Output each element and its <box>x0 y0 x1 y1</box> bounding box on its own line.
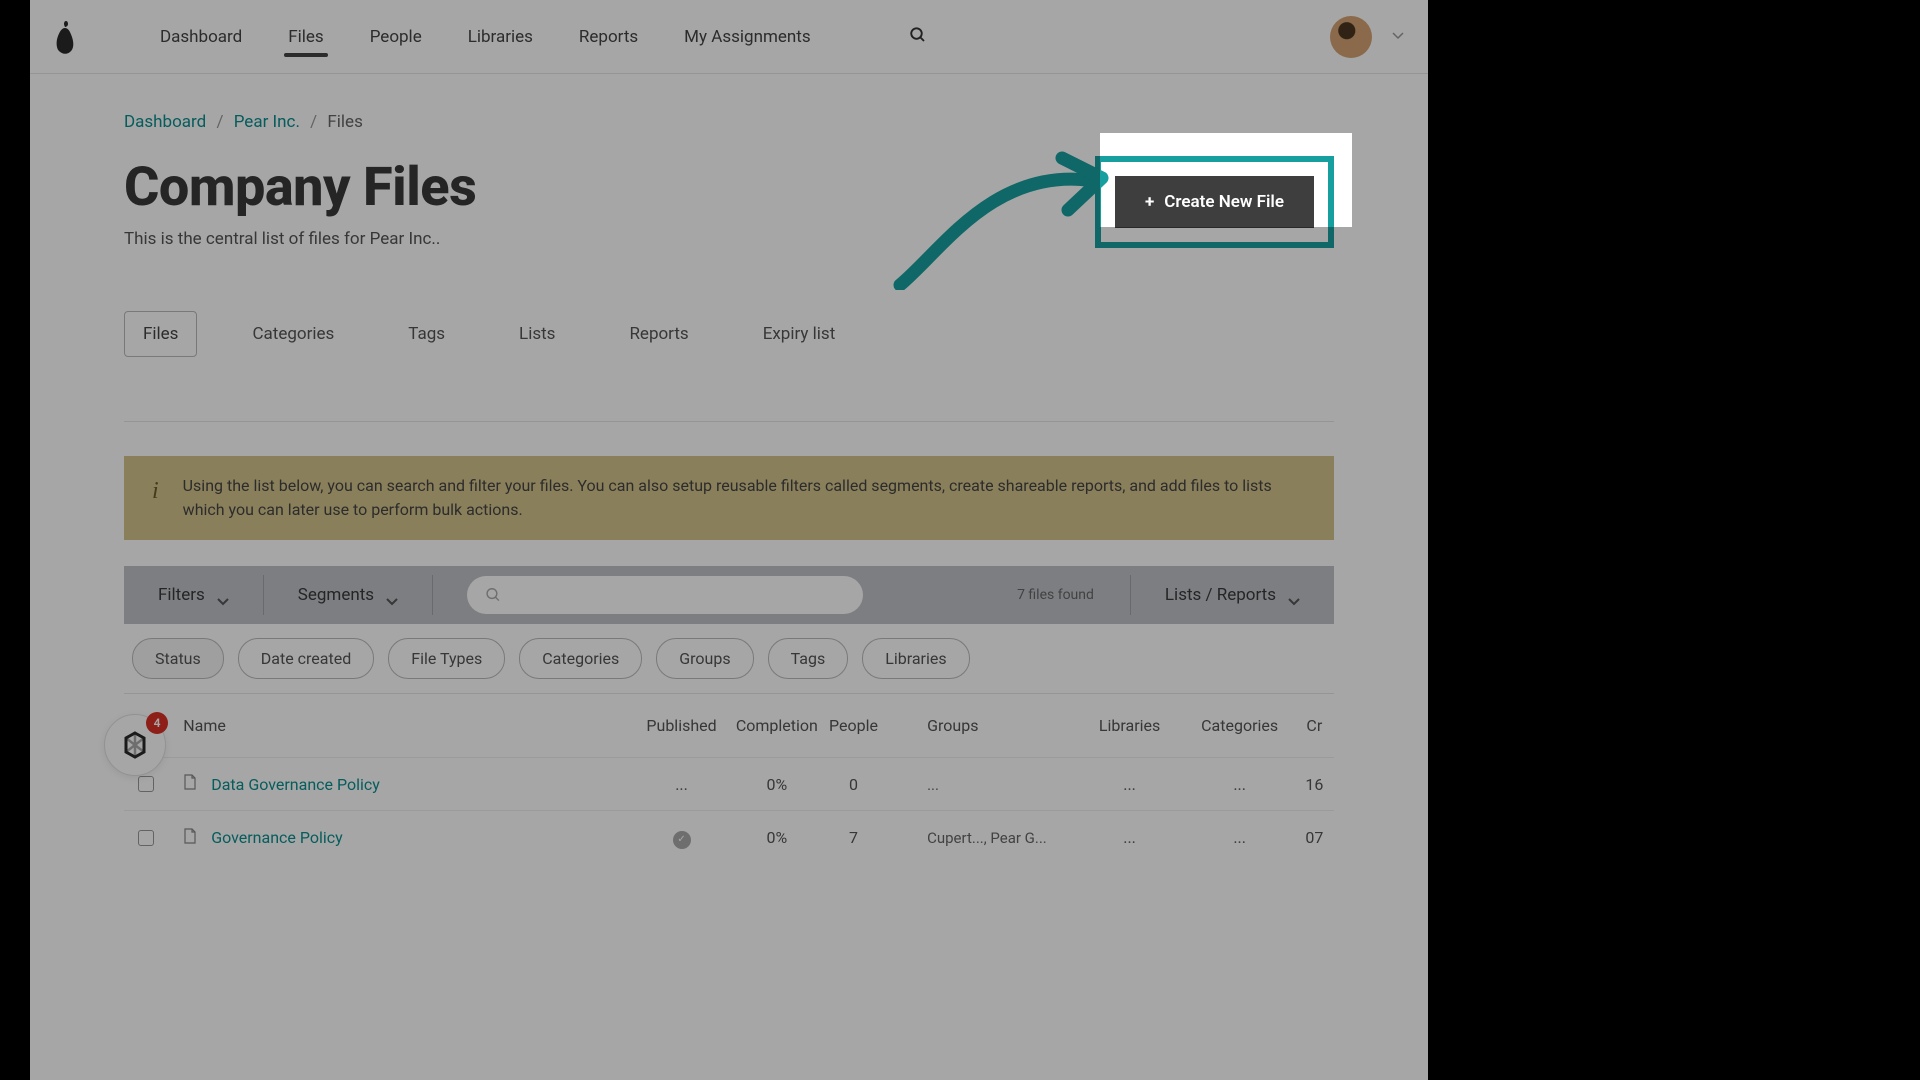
file-name-link[interactable]: Data Governance Policy <box>183 774 637 794</box>
widget-icon <box>120 730 150 760</box>
page-subtitle: This is the central list of files for Pe… <box>124 229 476 249</box>
file-icon <box>183 828 197 848</box>
sub-tabs: Files Categories Tags Lists Reports Expi… <box>124 311 1334 357</box>
cell-groups: Cupert..., Pear G... <box>879 828 1074 847</box>
nav-dashboard[interactable]: Dashboard <box>160 3 242 71</box>
col-completion[interactable]: Completion <box>726 716 828 735</box>
page-title: Company Files <box>124 156 476 219</box>
help-widget[interactable]: 4 <box>104 714 166 776</box>
col-published[interactable]: Published <box>637 716 725 735</box>
chip-categories[interactable]: Categories <box>519 638 642 679</box>
breadcrumb-company[interactable]: Pear Inc. <box>234 112 300 132</box>
nav-reports[interactable]: Reports <box>579 3 638 71</box>
cell-categories: ... <box>1185 775 1295 794</box>
chip-file-types[interactable]: File Types <box>388 638 505 679</box>
cell-published: ✓ <box>637 827 725 849</box>
cell-categories: ... <box>1185 828 1295 847</box>
search-input[interactable] <box>512 586 845 604</box>
chip-status[interactable]: Status <box>132 638 224 679</box>
create-button-label: Create New File <box>1164 192 1284 212</box>
cell-libraries: ... <box>1075 775 1185 794</box>
highlight-box: + Create New File <box>1095 156 1334 248</box>
cell-completion: 0% <box>726 775 828 794</box>
col-libraries[interactable]: Libraries <box>1075 716 1185 735</box>
chevron-down-icon <box>217 591 229 599</box>
check-icon: ✓ <box>673 831 691 849</box>
cell-cr: 07 <box>1295 828 1334 847</box>
chip-groups[interactable]: Groups <box>656 638 753 679</box>
plus-icon: + <box>1145 192 1154 212</box>
info-banner: i Using the list below, you can search a… <box>124 456 1334 540</box>
col-name[interactable]: Name <box>183 716 637 735</box>
breadcrumb-dashboard[interactable]: Dashboard <box>124 112 206 132</box>
create-new-file-button[interactable]: + Create New File <box>1115 176 1314 228</box>
lists-reports-button[interactable]: Lists / Reports <box>1131 566 1334 624</box>
cell-published: ... <box>637 775 725 794</box>
filters-button[interactable]: Filters <box>124 566 263 624</box>
chip-libraries[interactable]: Libraries <box>862 638 969 679</box>
search-icon <box>485 586 502 604</box>
cell-cr: 16 <box>1295 775 1334 794</box>
widget-badge: 4 <box>146 712 168 734</box>
nav-libraries[interactable]: Libraries <box>468 3 533 71</box>
col-categories[interactable]: Categories <box>1185 716 1295 735</box>
logo-icon <box>54 19 76 55</box>
tab-lists[interactable]: Lists <box>500 311 574 357</box>
segments-label: Segments <box>298 585 374 605</box>
cell-libraries: ... <box>1075 828 1185 847</box>
search-box[interactable] <box>467 576 863 614</box>
file-name-link[interactable]: Governance Policy <box>183 828 637 848</box>
lists-reports-label: Lists / Reports <box>1165 585 1276 605</box>
filters-label: Filters <box>158 585 205 605</box>
chevron-down-icon <box>1288 591 1300 599</box>
info-icon: i <box>152 478 159 505</box>
tab-files[interactable]: Files <box>124 311 197 357</box>
chip-tags[interactable]: Tags <box>768 638 849 679</box>
col-cr[interactable]: Cr <box>1295 716 1334 735</box>
tab-expiry-list[interactable]: Expiry list <box>744 311 855 357</box>
breadcrumb: Dashboard / Pear Inc. / Files <box>124 112 1334 132</box>
tab-categories[interactable]: Categories <box>233 311 353 357</box>
nav-files[interactable]: Files <box>288 3 323 71</box>
table-row: Governance Policy ✓ 0% 7 Cupert..., Pear… <box>124 810 1334 865</box>
table-row: Data Governance Policy ... 0% 0 ... ... … <box>124 757 1334 810</box>
tab-reports[interactable]: Reports <box>610 311 707 357</box>
tab-tags[interactable]: Tags <box>389 311 464 357</box>
results-count: 7 files found <box>981 587 1130 603</box>
chevron-down-icon <box>386 591 398 599</box>
cell-people: 0 <box>828 775 879 794</box>
cell-completion: 0% <box>726 828 828 847</box>
row-checkbox[interactable] <box>138 776 154 792</box>
toolbar: Filters Segments 7 files found Lists / R… <box>124 566 1334 624</box>
chip-date-created[interactable]: Date created <box>238 638 374 679</box>
top-navigation: Dashboard Files People Libraries Reports… <box>30 0 1428 74</box>
info-text: Using the list below, you can search and… <box>183 474 1306 522</box>
file-icon <box>183 774 197 794</box>
col-people[interactable]: People <box>828 716 879 735</box>
nav-my-assignments[interactable]: My Assignments <box>684 3 810 71</box>
cell-groups: ... <box>879 775 1074 794</box>
breadcrumb-current: Files <box>327 112 362 132</box>
chevron-down-icon[interactable] <box>1392 30 1404 43</box>
row-checkbox[interactable] <box>138 830 154 846</box>
filter-chips: Status Date created File Types Categorie… <box>124 638 1334 679</box>
segments-button[interactable]: Segments <box>264 566 432 624</box>
search-icon[interactable] <box>909 26 927 48</box>
table-header: Name Published Completion People Groups … <box>124 694 1334 757</box>
col-groups[interactable]: Groups <box>879 716 1074 735</box>
avatar[interactable] <box>1330 16 1372 58</box>
nav-people[interactable]: People <box>370 3 422 71</box>
cell-people: 7 <box>828 828 879 847</box>
